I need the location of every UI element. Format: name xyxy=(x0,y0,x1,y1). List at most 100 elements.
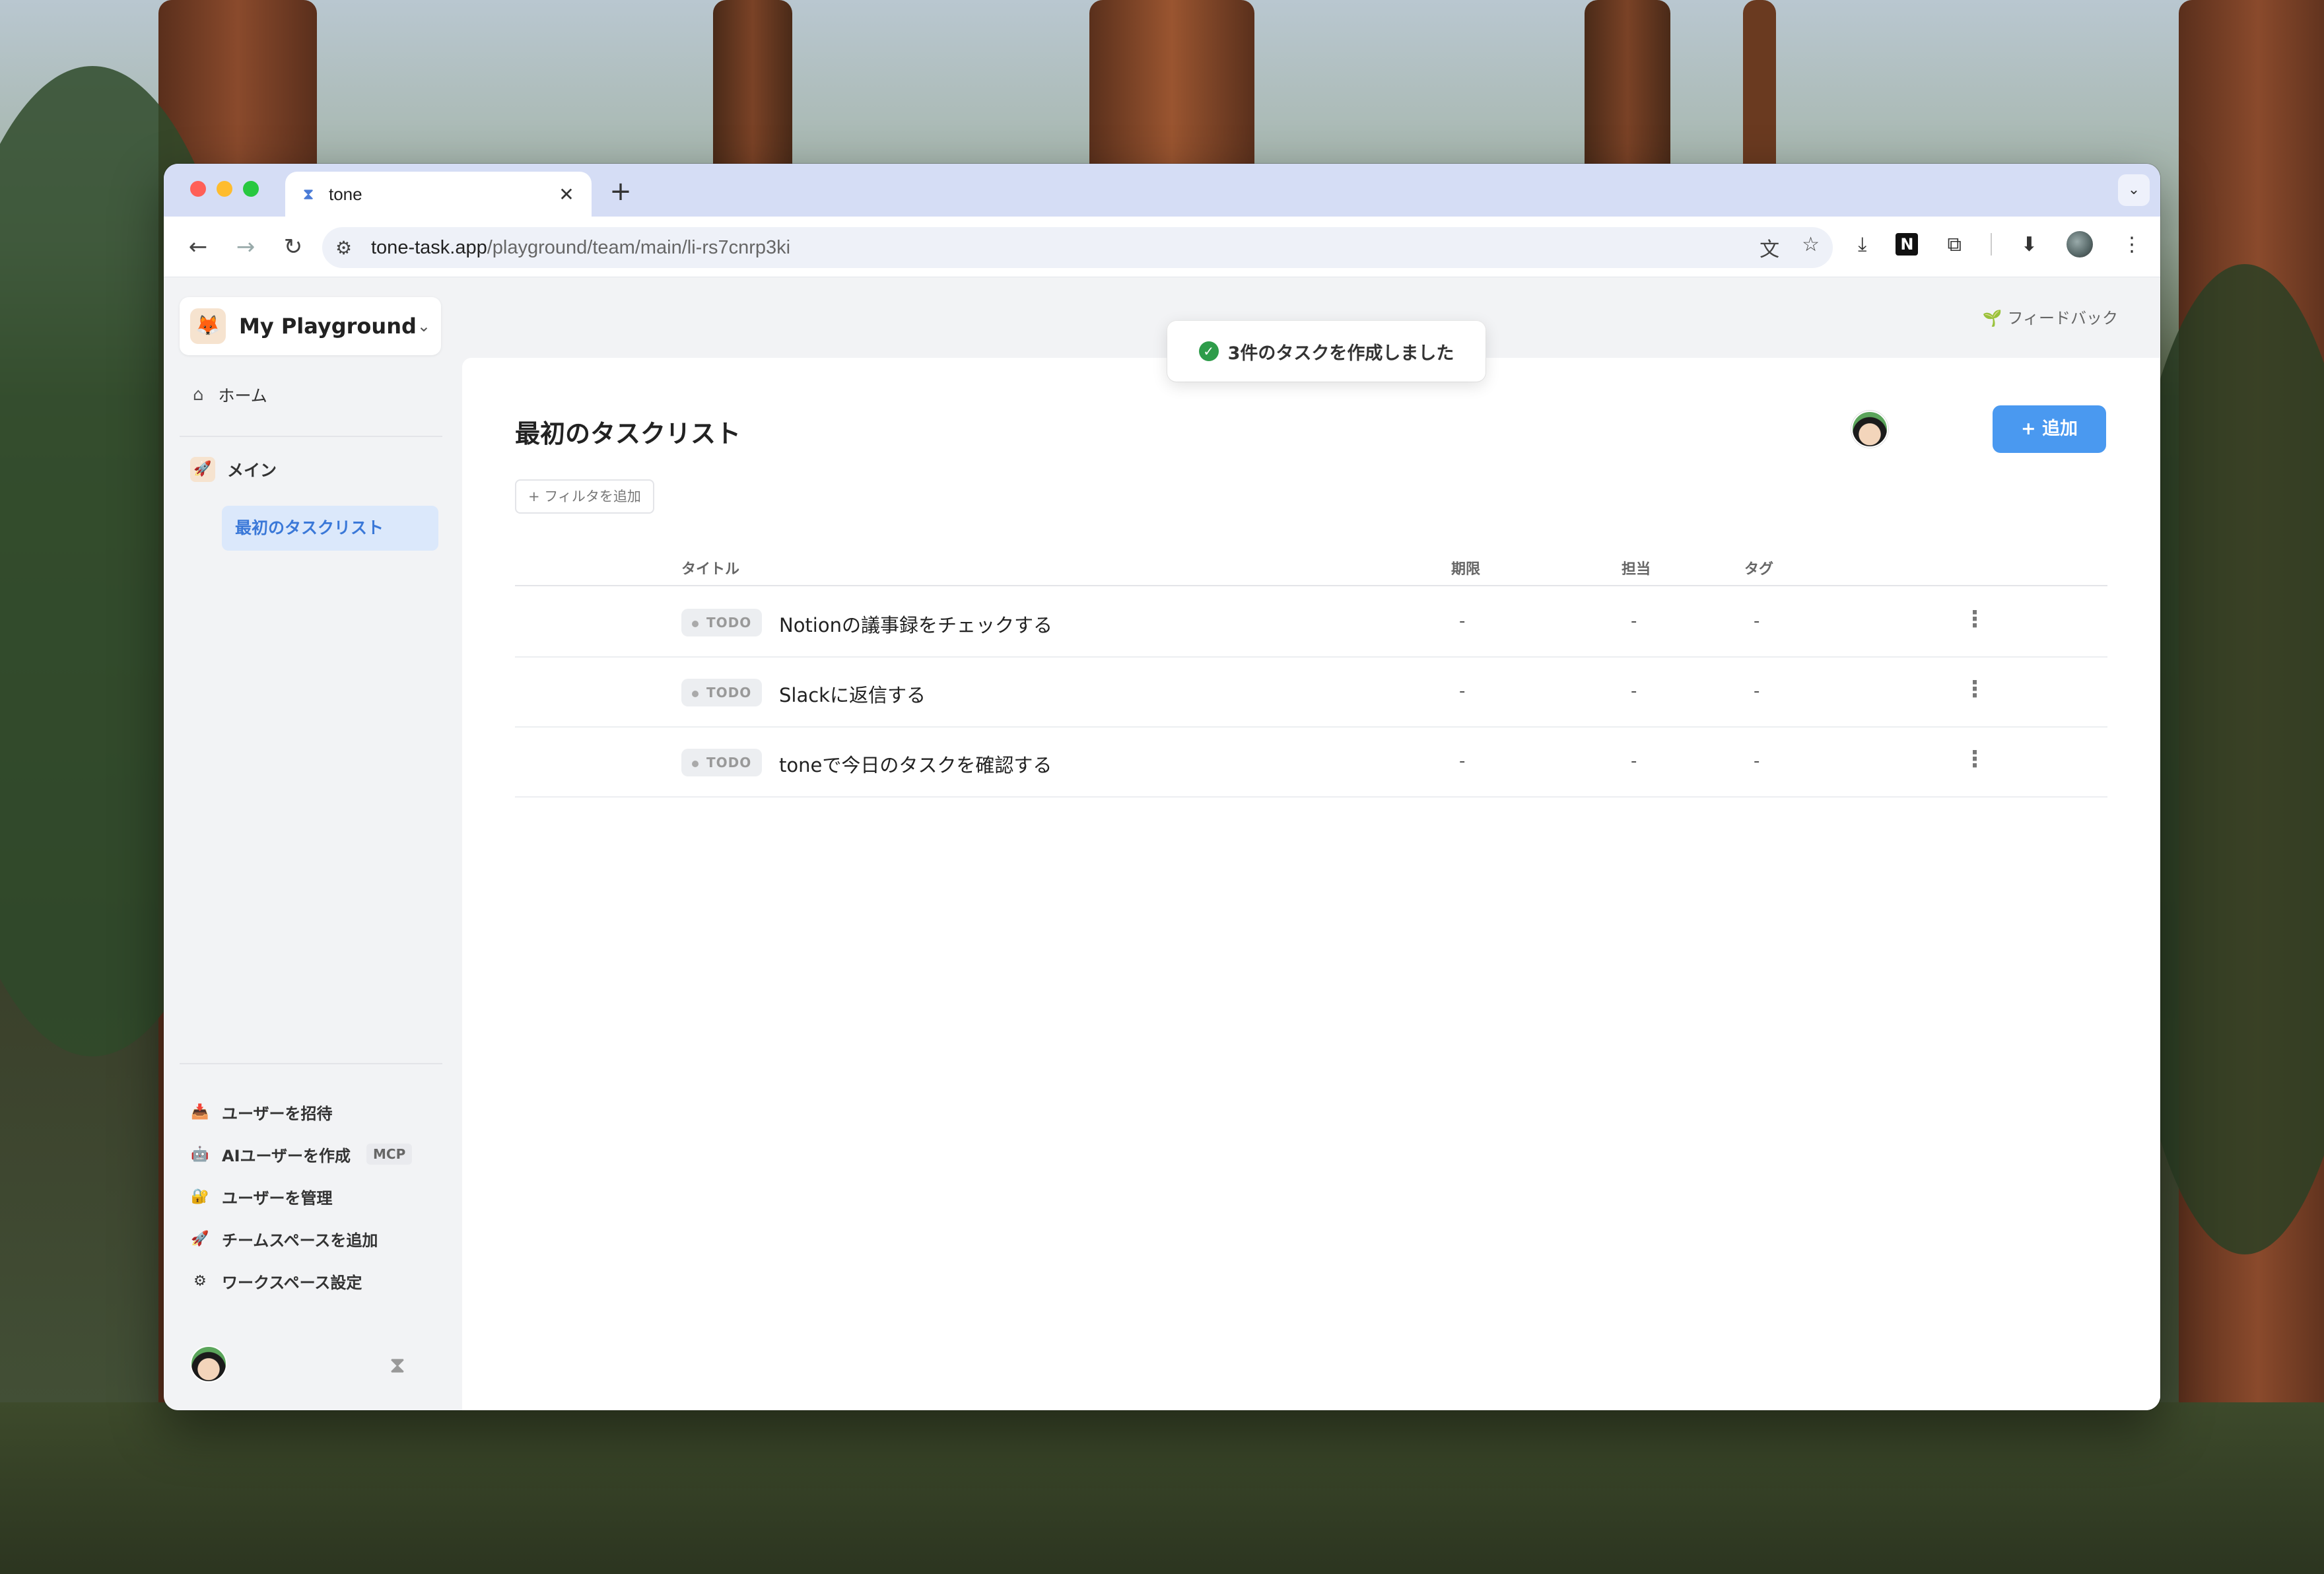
browser-toolbar: ← → ↻ ⚙ tone-task.app/playground/team/ma… xyxy=(164,217,2160,277)
task-title[interactable]: Slackに返信する xyxy=(779,680,926,708)
robot-icon: 🤖 xyxy=(191,1146,209,1163)
extensions-area: ⤓ N ⧉ ⬇ ⋮ xyxy=(1858,231,2142,257)
table-row[interactable]: TODO toneで今日のタスクを確認する - - - ⋮ xyxy=(515,728,2107,798)
toolbar-divider xyxy=(1990,233,1992,256)
forward-arrow-icon[interactable]: → xyxy=(227,228,264,265)
tone-logo-icon[interactable]: ⧗ xyxy=(390,1352,405,1379)
user-avatar[interactable] xyxy=(190,1346,227,1383)
sidebar-item-invite-user[interactable]: 📥 ユーザーを招待 xyxy=(190,1091,412,1133)
add-filter-button[interactable]: + フィルタを追加 xyxy=(515,479,654,514)
close-window-button[interactable] xyxy=(190,181,206,197)
sidebar-item-create-ai-user[interactable]: 🤖 AIユーザーを作成 MCP xyxy=(190,1133,413,1175)
puzzle-extensions-icon[interactable]: ⧉ xyxy=(1947,233,1961,256)
status-badge[interactable]: TODO xyxy=(681,609,763,636)
sidebar-item-first-task-list[interactable]: 最初のタスクリスト xyxy=(222,506,438,551)
window-controls xyxy=(190,181,259,197)
column-header-due[interactable]: 期限 xyxy=(1451,557,1480,578)
sprout-icon: 🌱 xyxy=(1982,309,2002,327)
status-badge[interactable]: TODO xyxy=(681,749,763,776)
mcp-badge: MCP xyxy=(366,1144,413,1165)
sidebar-item-add-teamspace[interactable]: 🚀 チームスペースを追加 xyxy=(190,1217,412,1260)
gear-icon: ⚙ xyxy=(193,1272,207,1289)
browser-window: ⧗ tone ✕ + ⌄ ← → ↻ ⚙ tone-task.app/playg… xyxy=(164,164,2160,1410)
column-header-title[interactable]: タイトル xyxy=(681,557,739,578)
browser-tab-active[interactable]: ⧗ tone ✕ xyxy=(285,172,592,217)
tab-close-icon[interactable]: ✕ xyxy=(556,184,577,205)
minimize-window-button[interactable] xyxy=(217,181,232,197)
task-assignee[interactable]: - xyxy=(1631,611,1637,631)
page-title: 最初のタスクリスト xyxy=(515,419,741,448)
table-row[interactable]: TODO Notionの議事録をチェックする - - - ⋮ xyxy=(515,588,2107,658)
sidebar-item-home[interactable]: ⌂ ホーム xyxy=(193,383,267,407)
task-tag[interactable]: - xyxy=(1754,611,1760,631)
reload-icon[interactable]: ↻ xyxy=(275,228,312,265)
new-tab-button[interactable]: + xyxy=(606,177,635,206)
forest-floor xyxy=(0,1402,2324,1574)
sidebar-divider xyxy=(180,436,442,437)
tab-search-chevron-icon[interactable]: ⌄ xyxy=(2118,174,2150,206)
task-title[interactable]: Notionの議事録をチェックする xyxy=(779,610,1052,638)
translate-icon[interactable]: 文 xyxy=(1760,233,1779,262)
sidebar-item-label: チームスペースを追加 xyxy=(222,1231,378,1250)
sidebar-item-manage-users[interactable]: 🔐 ユーザーを管理 xyxy=(190,1175,412,1217)
row-more-icon[interactable]: ⋮ xyxy=(1964,606,1986,633)
task-due[interactable]: - xyxy=(1459,751,1465,771)
sidebar-item-label: ユーザーを管理 xyxy=(222,1188,333,1208)
sidebar-item-label: ホーム xyxy=(218,386,267,405)
task-assignee[interactable]: - xyxy=(1631,751,1637,771)
lock-icon: 🔐 xyxy=(191,1188,209,1205)
task-tag[interactable]: - xyxy=(1754,751,1760,771)
sidebar-item-label: ユーザーを招待 xyxy=(222,1104,333,1123)
site-settings-icon[interactable]: ⚙ xyxy=(335,237,362,259)
download-extension-icon[interactable]: ⤓ xyxy=(1858,233,1866,256)
task-due[interactable]: - xyxy=(1459,611,1465,631)
check-circle-icon: ✓ xyxy=(1198,341,1219,361)
table-row[interactable]: TODO Slackに返信する - - - ⋮ xyxy=(515,658,2107,728)
sidebar-item-label: メイン xyxy=(227,461,277,480)
chevron-down-icon: ⌄ xyxy=(417,317,430,335)
rocket-icon: 🚀 xyxy=(191,1230,209,1247)
column-header-tag[interactable]: タグ xyxy=(1744,557,1773,578)
fox-logo-icon: 🦊 xyxy=(190,308,226,344)
task-tag[interactable]: - xyxy=(1754,681,1760,701)
app-area: 🦊 My Playground ⌄ ⌂ ホーム 🚀 メイン 最初のタスクリスト … xyxy=(164,277,2160,1410)
sidebar-item-main[interactable]: 🚀 メイン xyxy=(190,457,277,482)
tab-title: tone xyxy=(329,184,362,204)
sidebar-bottom-menu: 📥 ユーザーを招待 🤖 AIユーザーを作成 MCP 🔐 ユーザーを管理 🚀 チー… xyxy=(190,1091,413,1302)
task-title[interactable]: toneで今日のタスクを確認する xyxy=(779,750,1052,778)
profile-avatar[interactable] xyxy=(2067,231,2093,257)
downloads-icon[interactable]: ⬇ xyxy=(2021,233,2037,256)
sidebar: 🦊 My Playground ⌄ ⌂ ホーム 🚀 メイン 最初のタスクリスト … xyxy=(164,277,462,1410)
table-header: タイトル 期限 担当 タグ xyxy=(515,551,2107,586)
home-icon: ⌂ xyxy=(193,385,204,405)
task-due[interactable]: - xyxy=(1459,681,1465,701)
more-menu-icon[interactable]: ⋮ xyxy=(2122,233,2142,256)
status-dot-icon xyxy=(692,620,699,627)
main-content: 最初のタスクリスト + 追加 + フィルタを追加 タイトル 期限 担当 タグ T… xyxy=(462,358,2160,1410)
address-bar[interactable]: ⚙ tone-task.app/playground/team/main/li-… xyxy=(322,227,1833,268)
row-more-icon[interactable]: ⋮ xyxy=(1964,746,1986,772)
workspace-name: My Playground xyxy=(239,314,417,339)
workspace-switcher[interactable]: 🦊 My Playground ⌄ xyxy=(180,297,441,355)
rocket-icon: 🚀 xyxy=(190,457,215,482)
status-dot-icon xyxy=(692,690,699,697)
back-arrow-icon[interactable]: ← xyxy=(180,228,217,265)
add-task-button[interactable]: + 追加 xyxy=(1993,405,2106,453)
sidebar-item-workspace-settings[interactable]: ⚙ ワークスペース設定 xyxy=(190,1260,412,1302)
sidebar-item-label: ワークスペース設定 xyxy=(222,1273,362,1292)
list-member-avatar[interactable] xyxy=(1851,411,1888,448)
address-bar-actions: 文 ☆ xyxy=(1760,233,1820,262)
notion-extension-icon[interactable]: N xyxy=(1896,233,1919,256)
status-badge[interactable]: TODO xyxy=(681,679,763,706)
tab-bar: ⧗ tone ✕ + ⌄ xyxy=(164,164,2160,217)
bookmark-star-icon[interactable]: ☆ xyxy=(1802,233,1820,262)
feedback-link[interactable]: 🌱 フィードバック xyxy=(1983,305,2118,328)
row-more-icon[interactable]: ⋮ xyxy=(1964,676,1986,702)
inbox-icon: 📥 xyxy=(191,1103,209,1120)
status-dot-icon xyxy=(692,760,699,767)
maximize-window-button[interactable] xyxy=(243,181,259,197)
task-assignee[interactable]: - xyxy=(1631,681,1637,701)
toast-message: 3件のタスクを作成しました xyxy=(1227,343,1454,364)
url-text[interactable]: tone-task.app/playground/team/main/li-rs… xyxy=(371,237,1760,259)
column-header-assignee[interactable]: 担当 xyxy=(1622,557,1651,578)
